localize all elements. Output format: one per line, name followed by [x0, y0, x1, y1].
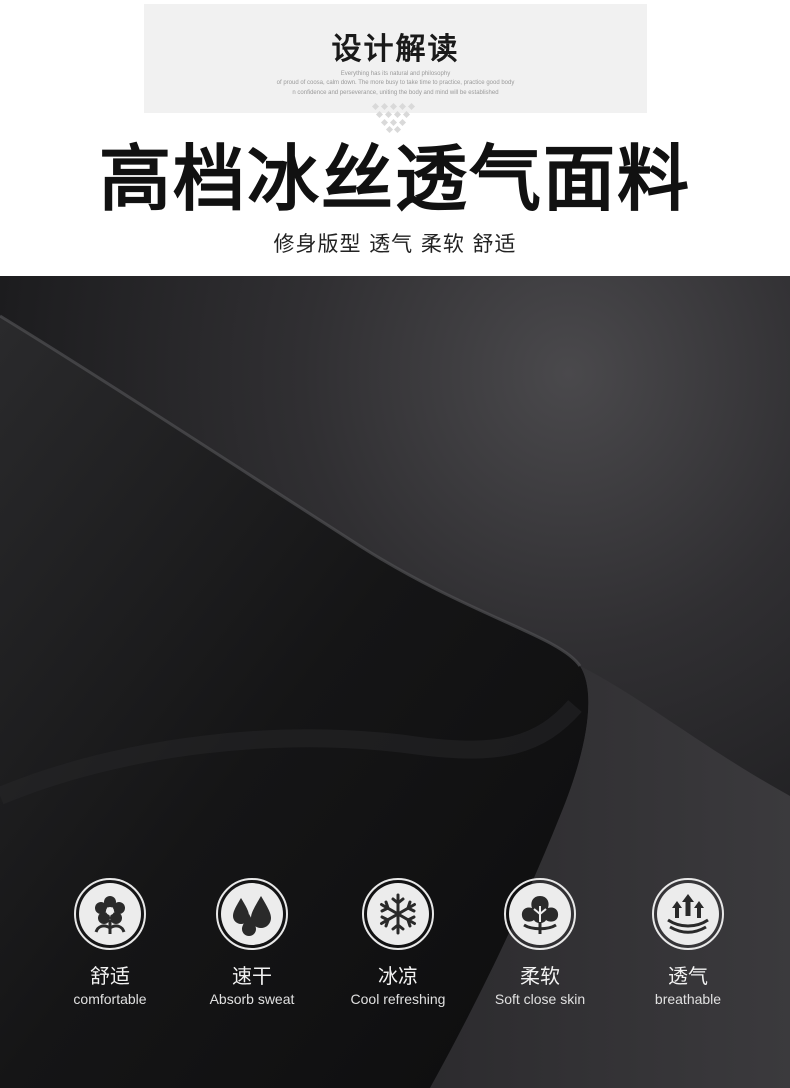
- design-subtext-line-2: of proud of coosa, calm down. The more b…: [276, 80, 515, 86]
- feature-item: 速干 Absorb sweat: [172, 876, 332, 1007]
- feature-label-en: breathable: [654, 991, 722, 1007]
- feature-icon-ring: [74, 878, 146, 950]
- feature-icon-ring: [216, 878, 288, 950]
- feature-label-cn: 柔软: [520, 964, 560, 988]
- feature-list: 舒适 comfortable 速干 Absorb sweat 冰凉 Cool r…: [0, 876, 790, 1036]
- feature-label-en: Absorb sweat: [209, 991, 295, 1007]
- feature-label-cn: 速干: [232, 964, 272, 988]
- feature-label-cn: 舒适: [90, 964, 130, 988]
- subtitle: 修身版型 透气 柔软 舒适: [273, 232, 517, 256]
- main-title: 高档冰丝透气面料: [98, 137, 691, 221]
- feature-icon-ring: [652, 878, 724, 950]
- diamond-dots-decoration: [371, 102, 416, 134]
- feature-label-en: Cool refreshing: [350, 991, 446, 1007]
- design-subtext-line-3: n confidence and perseverance, uniting t…: [292, 90, 499, 96]
- feature-label-cn: 透气: [668, 964, 708, 988]
- feature-item: 舒适 comfortable: [30, 876, 190, 1007]
- feature-icon-ring: [504, 878, 576, 950]
- snowflake-icon: [380, 893, 416, 935]
- cotton-icon: [521, 896, 559, 934]
- feature-icon-ring: [362, 878, 434, 950]
- feature-label-en: Soft close skin: [494, 991, 586, 1007]
- feature-item: 柔软 Soft close skin: [460, 876, 620, 1007]
- breathable-arrows-icon: [667, 894, 709, 934]
- feature-label-cn: 冰凉: [378, 964, 418, 988]
- feature-label-en: comfortable: [73, 991, 147, 1007]
- header-section: 设计解读 Everything has its natural and phil…: [0, 0, 790, 276]
- water-drops-icon: [233, 896, 271, 936]
- feature-item: 透气 breathable: [608, 876, 768, 1007]
- design-title: 设计解读: [331, 32, 460, 67]
- feature-item: 冰凉 Cool refreshing: [318, 876, 478, 1007]
- flower-icon: [94, 896, 126, 934]
- design-interpretation-box: 设计解读 Everything has its natural and phil…: [144, 4, 647, 113]
